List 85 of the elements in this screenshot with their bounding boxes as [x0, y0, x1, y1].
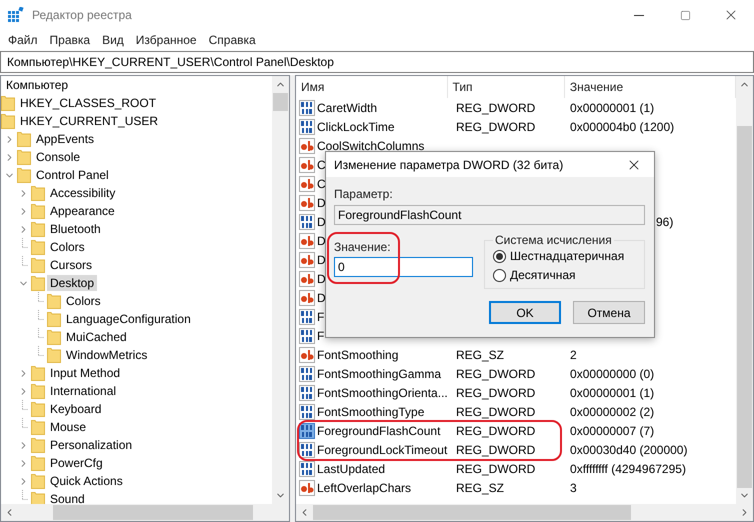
dialog-title: Изменение параметра DWORD (32 бита) [334, 158, 564, 172]
value-cell-text: 0xffffffff (4294967295) [569, 462, 687, 476]
tree-item[interactable]: Keyboard [47, 401, 104, 417]
value-name[interactable]: ForegroundFlashCount [317, 424, 440, 438]
tree-item[interactable]: Cursors [47, 257, 96, 273]
menu-item[interactable]: Вид [96, 33, 130, 47]
type-cell-text: REG_DWORD [455, 442, 536, 456]
value-name[interactable]: LastUpdated [317, 462, 386, 476]
tree-item[interactable]: PowerCfg [47, 455, 106, 471]
tree-item[interactable]: Quick Actions [47, 473, 126, 489]
type-cell-text: REG_SZ [455, 480, 506, 494]
value-cell-text: 0x00000007 (7) [569, 424, 656, 438]
value-name[interactable]: ClickLockTime [317, 120, 395, 134]
tree-item[interactable]: Input Method [47, 365, 124, 381]
value-name[interactable]: FontSmoothingType [317, 404, 424, 418]
tree-item[interactable]: Sound [47, 491, 88, 504]
value-name[interactable]: C [317, 176, 326, 190]
tree-item[interactable]: Personalization [47, 437, 136, 453]
menu-item[interactable]: Справка [202, 33, 262, 47]
tree-item[interactable]: HKEY_CLASSES_ROOT [17, 95, 160, 111]
value-name[interactable]: F [317, 328, 324, 342]
column-header[interactable]: Тип [448, 76, 565, 98]
field-label: Значение: [334, 240, 392, 254]
dialog-button[interactable]: Отмена [573, 301, 645, 324]
group-title: Система исчисления [494, 233, 613, 247]
value-cell-text: 0x00000001 (1) [569, 386, 656, 400]
value-name[interactable]: D [317, 234, 326, 248]
field-label: Параметр: [334, 187, 394, 201]
value-cell-text: 2 [569, 348, 578, 362]
tree-item[interactable]: Console [33, 149, 84, 165]
value-name[interactable]: F [317, 310, 324, 324]
value-cell-text: 0x000004b0 (1200) [569, 120, 676, 134]
tree-item[interactable]: Colors [47, 239, 88, 255]
value-field[interactable]: 0 [334, 257, 473, 277]
value-name[interactable]: LeftOverlapChars [317, 480, 412, 494]
type-cell-text: REG_DWORD [455, 404, 536, 418]
type-cell-text: REG_DWORD [455, 386, 536, 400]
value-cell-text: 0x00000000 (0) [569, 366, 656, 380]
value-cell-text: 3 [569, 480, 578, 494]
tree-item[interactable]: Colors [63, 293, 104, 309]
menu-item[interactable]: Избранное [130, 33, 203, 47]
value-name[interactable]: D [317, 290, 326, 304]
tree-item[interactable]: International [47, 383, 120, 399]
tree-item[interactable]: Accessibility [47, 185, 118, 201]
tree-item[interactable]: Control Panel [33, 167, 112, 183]
type-cell-text: REG_DWORD [455, 462, 536, 476]
value-cell-text: 96) [656, 214, 674, 228]
type-cell-text: REG_SZ [455, 348, 506, 362]
type-cell-text: REG_DWORD [455, 100, 536, 114]
value-name[interactable]: D [317, 272, 326, 286]
tree-item[interactable]: MuiCached [63, 329, 130, 345]
dialog-button[interactable]: OK [489, 301, 561, 324]
value-name[interactable]: FontSmoothing [317, 348, 398, 362]
value-cell-text: 0x00030d40 (200000) [569, 442, 688, 456]
column-header[interactable]: Имя [296, 76, 448, 98]
value-cell-text: 0x00000002 (2) [569, 404, 656, 418]
menu-item[interactable]: Файл [2, 33, 44, 47]
tree-item[interactable]: Компьютер [3, 77, 72, 93]
address-bar[interactable]: Компьютер\HKEY_CURRENT_USER\Control Panel\Desktop [0, 51, 754, 73]
tree-item[interactable]: AppEvents [33, 131, 98, 147]
value-name[interactable]: C [317, 158, 326, 172]
value-name[interactable]: D [317, 196, 326, 210]
type-cell-text: REG_DWORD [455, 424, 536, 438]
parameter-field[interactable]: ForegroundFlashCount [334, 205, 645, 225]
tree-item[interactable]: Appearance [47, 203, 118, 219]
radio-label[interactable]: Десятичная [510, 268, 576, 282]
tree-item[interactable]: Mouse [47, 419, 90, 435]
value-name[interactable]: FontSmoothingGamma [317, 366, 442, 380]
radio-label[interactable]: Шестнадцатеричная [510, 249, 624, 263]
tree-item[interactable]: HKEY_CURRENT_USER [17, 113, 162, 129]
tree-item[interactable]: WindowMetrics [63, 347, 150, 363]
value-name[interactable]: CoolSwitchColumns [317, 138, 424, 152]
tree-item[interactable]: LanguageConfiguration [63, 311, 194, 327]
value-name[interactable]: D [317, 214, 326, 228]
type-cell-text: REG_DWORD [455, 120, 536, 134]
value-cell-text: 0x00000001 (1) [569, 100, 656, 114]
tree-item[interactable]: Desktop [47, 275, 98, 291]
type-cell-text: REG_DWORD [455, 366, 536, 380]
window-title: Редактор реестра [32, 8, 133, 22]
tree-item[interactable]: Bluetooth [47, 221, 104, 237]
value-name[interactable]: CaretWidth [317, 100, 378, 114]
value-name[interactable]: D [317, 252, 326, 266]
menu-item[interactable]: Правка [44, 33, 96, 47]
value-name[interactable]: ForegroundLockTimeout [317, 442, 448, 456]
value-name[interactable]: FontSmoothingOrienta... [317, 386, 448, 400]
